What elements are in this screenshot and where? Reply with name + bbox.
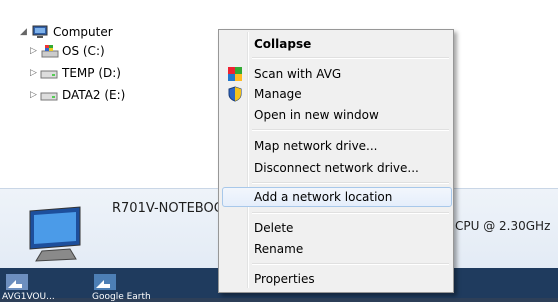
menu-item-properties[interactable]: Properties [222, 269, 450, 289]
menu-item-label: Open in new window [254, 108, 379, 122]
menu-item-label: Collapse [254, 37, 312, 51]
menu-item-label: Manage [254, 87, 302, 101]
menu-item-label: Add a network location [254, 190, 393, 204]
menu-item-rename[interactable]: Rename [222, 239, 450, 259]
menu-separator [252, 57, 449, 59]
menu-separator [252, 212, 449, 214]
tree-item-drive-d[interactable]: ▷ TEMP (D:) [30, 64, 210, 82]
menu-item-label: Disconnect network drive... [254, 161, 419, 175]
shield-icon [227, 86, 243, 102]
shortcut-arrow-icon[interactable] [4, 272, 30, 292]
tree-item-drive-e[interactable]: ▷ DATA2 (E:) [30, 86, 210, 104]
menu-item-map-network-drive[interactable]: Map network drive... [222, 136, 450, 156]
tree-label-drive: OS (C:) [62, 44, 105, 58]
desktop-shortcut-label[interactable]: AVG1VOU... [2, 292, 55, 302]
menu-item-label: Map network drive... [254, 139, 378, 153]
menu-item-scan-with-avg[interactable]: Scan with AVG [222, 64, 450, 84]
context-menu: Collapse Scan with AVG Manage Open in ne… [218, 29, 454, 293]
menu-item-disconnect-network-drive[interactable]: Disconnect network drive... [222, 158, 450, 178]
tree-label-computer: Computer [53, 25, 113, 39]
tree-item-drive-c[interactable]: ▷ OS (C:) [30, 42, 210, 60]
desktop-shortcut-label[interactable]: Google Earth [92, 292, 151, 302]
menu-item-delete[interactable]: Delete [222, 218, 450, 238]
collapsed-arrow-icon[interactable]: ▷ [30, 64, 40, 82]
menu-item-label: Scan with AVG [254, 67, 342, 81]
menu-item-label: Rename [254, 242, 304, 256]
menu-item-label: Properties [254, 272, 315, 286]
menu-item-manage[interactable]: Manage [222, 84, 450, 104]
windows-drive-icon [41, 44, 59, 58]
hard-drive-icon [40, 88, 58, 102]
expanded-arrow-icon[interactable]: ◢ [20, 23, 30, 41]
menu-separator [252, 129, 449, 131]
processor-info: CPU @ 2.30GHz [455, 219, 551, 233]
menu-item-open-in-new-window[interactable]: Open in new window [222, 105, 450, 125]
tree-item-computer[interactable]: ◢ Computer [20, 23, 220, 41]
computer-icon [32, 25, 48, 39]
menu-item-add-network-location[interactable]: Add a network location [222, 187, 452, 207]
menu-separator [252, 263, 449, 265]
computer-name: R701V-NOTEBOOK [112, 201, 233, 216]
menu-separator [252, 182, 449, 184]
computer-large-icon [22, 205, 92, 268]
menu-item-collapse[interactable]: Collapse [222, 34, 450, 54]
tree-label-drive: TEMP (D:) [62, 66, 121, 80]
hard-drive-icon [40, 66, 58, 80]
tree-label-drive: DATA2 (E:) [62, 88, 126, 102]
menu-item-label: Delete [254, 221, 294, 235]
shortcut-arrow-icon[interactable] [92, 272, 118, 292]
collapsed-arrow-icon[interactable]: ▷ [30, 42, 40, 60]
avg-icon [227, 66, 243, 82]
collapsed-arrow-icon[interactable]: ▷ [30, 86, 40, 104]
